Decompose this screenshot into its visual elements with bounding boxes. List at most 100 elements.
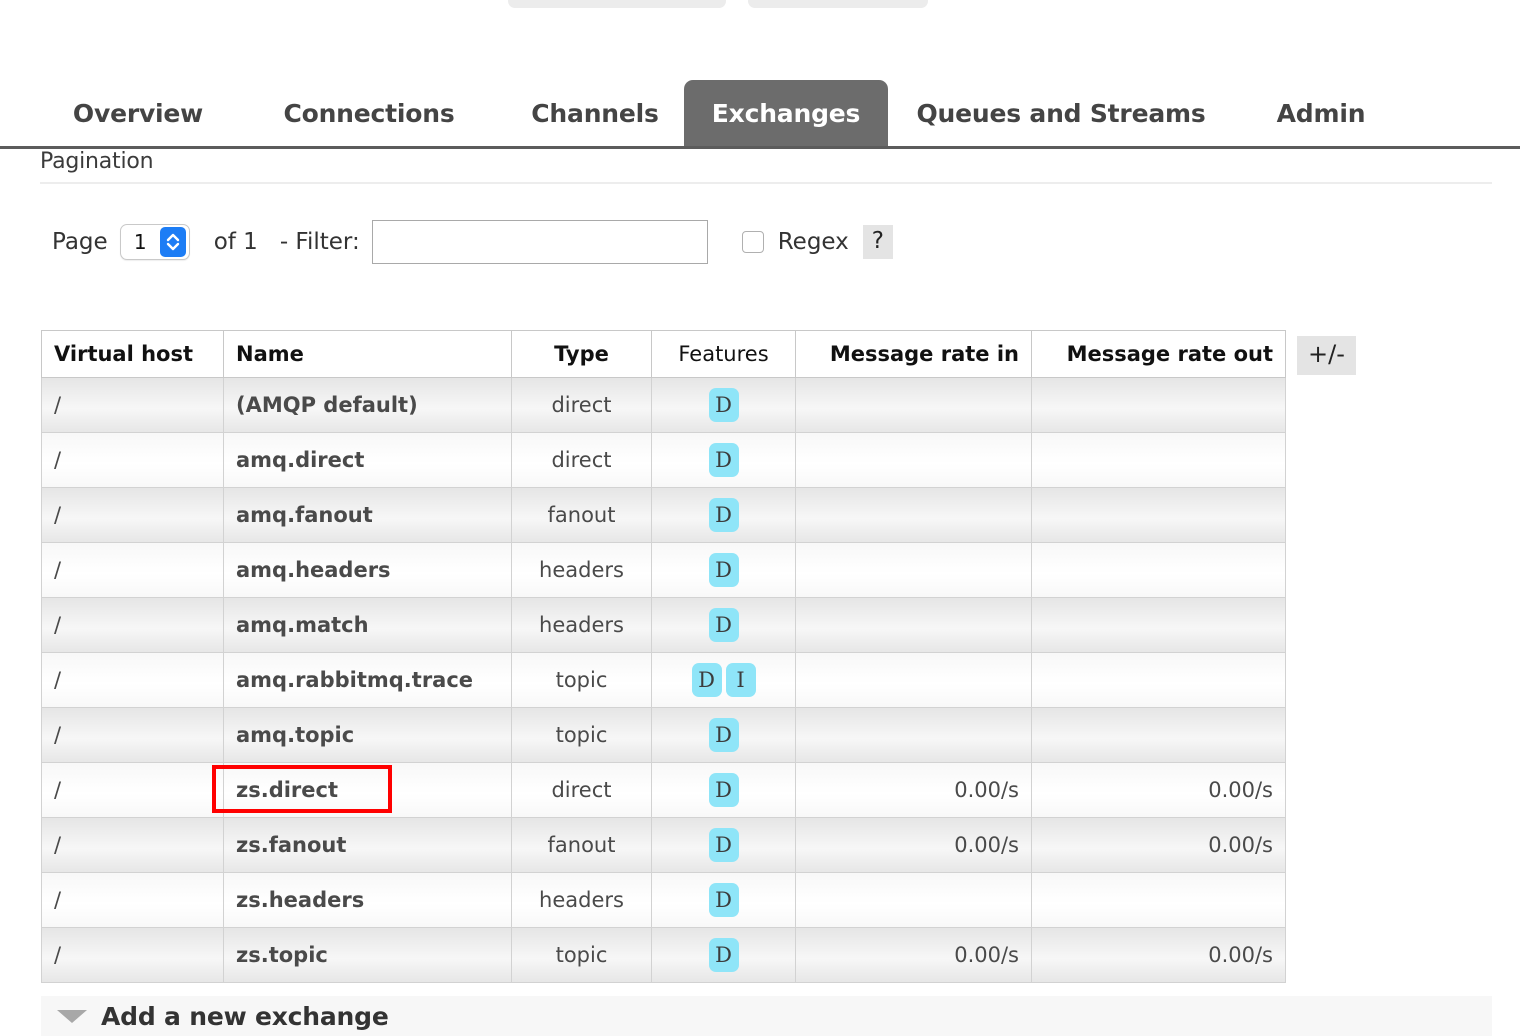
feature-badge-d[interactable]: D [708,498,739,532]
feature-badge-d[interactable]: D [708,388,739,422]
tab-admin[interactable]: Admin [1234,80,1408,146]
table-row[interactable]: / amq.direct direct D [41,432,1286,488]
table-row[interactable]: / amq.match headers D [41,597,1286,653]
feature-badge-i[interactable]: I [725,663,756,697]
cell-name[interactable]: amq.direct [223,432,512,488]
cell-name[interactable]: (AMQP default) [223,377,512,433]
cell-message-rate-in: 0.00/s [795,817,1032,873]
cell-virtual-host[interactable]: / [41,542,224,598]
table-body: / (AMQP default) direct D / amq.direct direct D… [41,377,1286,983]
cell-features: D [651,487,796,543]
cell-type: direct [511,762,652,818]
page-number-value: 1 [133,230,147,254]
cell-features: D [651,762,796,818]
cell-virtual-host[interactable]: / [41,377,224,433]
feature-badge-d[interactable]: D [708,718,739,752]
top-partial-button-1[interactable] [508,0,726,8]
cell-message-rate-out [1031,432,1286,488]
feature-badge-d[interactable]: D [708,553,739,587]
cell-type: topic [511,707,652,763]
tab-exchanges[interactable]: Exchanges [684,80,888,146]
top-partial-button-2[interactable] [748,0,928,8]
toggle-columns-button[interactable]: +/- [1297,336,1356,375]
feature-badge-d[interactable]: D [691,663,722,697]
feature-badge-d[interactable]: D [708,773,739,807]
feature-badge-d[interactable]: D [708,608,739,642]
table-row[interactable]: / amq.fanout fanout D [41,487,1286,543]
page-number-input[interactable]: 1 [119,224,190,260]
feature-badge-d[interactable]: D [708,883,739,917]
tab-connections[interactable]: Connections [256,80,482,146]
cell-name[interactable]: amq.match [223,597,512,653]
cell-type: headers [511,597,652,653]
cell-type: direct [511,432,652,488]
cell-virtual-host[interactable]: / [41,432,224,488]
cell-name[interactable]: amq.topic [223,707,512,763]
cell-features: D [651,872,796,928]
column-header-message-rate-in[interactable]: Message rate in [795,330,1032,378]
column-header-name[interactable]: Name [223,330,512,378]
feature-badge-d[interactable]: D [708,938,739,972]
cell-name[interactable]: zs.fanout [223,817,512,873]
tab-channels[interactable]: Channels [502,80,688,146]
table-row[interactable]: / amq.headers headers D [41,542,1286,598]
cell-message-rate-out [1031,487,1286,543]
regex-label: Regex [777,229,849,255]
tab-queues-and-streams[interactable]: Queues and Streams [908,80,1214,146]
cell-virtual-host[interactable]: / [41,707,224,763]
table-row[interactable]: / amq.rabbitmq.trace topic D I [41,652,1286,708]
cell-virtual-host[interactable]: / [41,762,224,818]
add-a-new-exchange-section[interactable]: Add a new exchange [41,996,1492,1036]
exchanges-table: Virtual host Name Type Features Message … [41,330,1286,983]
cell-virtual-host[interactable]: / [41,927,224,983]
cell-name[interactable]: amq.rabbitmq.trace [223,652,512,708]
filter-label: - Filter: [279,229,360,255]
pagination-heading: Pagination [40,149,154,174]
cell-type: fanout [511,817,652,873]
feature-badge-d[interactable]: D [708,443,739,477]
column-header-virtual-host[interactable]: Virtual host [41,330,224,378]
pagination-controls: Page 1 of 1 - Filter: Regex ? [52,218,894,266]
column-header-type[interactable]: Type [511,330,652,378]
table-header: Virtual host Name Type Features Message … [41,330,1286,378]
table-row[interactable]: / zs.direct direct D 0.00/s 0.00/s [41,762,1286,818]
table-row[interactable]: / zs.headers headers D [41,872,1286,928]
cell-name[interactable]: zs.topic [223,927,512,983]
cell-name-highlighted[interactable]: zs.direct [212,762,512,818]
regex-help-button[interactable]: ? [862,225,894,259]
cell-virtual-host[interactable]: / [41,487,224,543]
page-label: Page [52,229,108,255]
cell-message-rate-out [1031,872,1286,928]
table-row[interactable]: / zs.topic topic D 0.00/s 0.00/s [41,927,1286,983]
cell-name[interactable]: amq.headers [223,542,512,598]
top-partial-button-strip [0,0,1520,8]
regex-checkbox[interactable] [741,231,764,253]
cell-virtual-host[interactable]: / [41,817,224,873]
table-row[interactable]: / (AMQP default) direct D [41,377,1286,433]
cell-message-rate-out [1031,652,1286,708]
page-stepper[interactable] [159,227,186,257]
cell-name[interactable]: amq.fanout [223,487,512,543]
table-row[interactable]: / zs.fanout fanout D 0.00/s 0.00/s [41,817,1286,873]
page-count-label: of 1 [213,229,258,255]
filter-input[interactable] [371,220,708,264]
cell-message-rate-in [795,652,1032,708]
cell-features: D [651,707,796,763]
feature-badge-d[interactable]: D [708,828,739,862]
cell-message-rate-in [795,377,1032,433]
add-a-new-exchange-label: Add a new exchange [101,1001,389,1031]
chevron-up-icon [166,233,179,242]
cell-name[interactable]: zs.headers [223,872,512,928]
column-header-features[interactable]: Features [651,330,796,378]
tab-overview[interactable]: Overview [40,80,236,146]
cell-type: headers [511,542,652,598]
column-header-message-rate-out[interactable]: Message rate out [1031,330,1286,378]
table-row[interactable]: / amq.topic topic D [41,707,1286,763]
cell-features: D [651,597,796,653]
cell-virtual-host[interactable]: / [41,872,224,928]
cell-virtual-host[interactable]: / [41,597,224,653]
cell-message-rate-out: 0.00/s [1031,762,1286,818]
cell-virtual-host[interactable]: / [41,652,224,708]
cell-type: topic [511,652,652,708]
cell-message-rate-out [1031,377,1286,433]
